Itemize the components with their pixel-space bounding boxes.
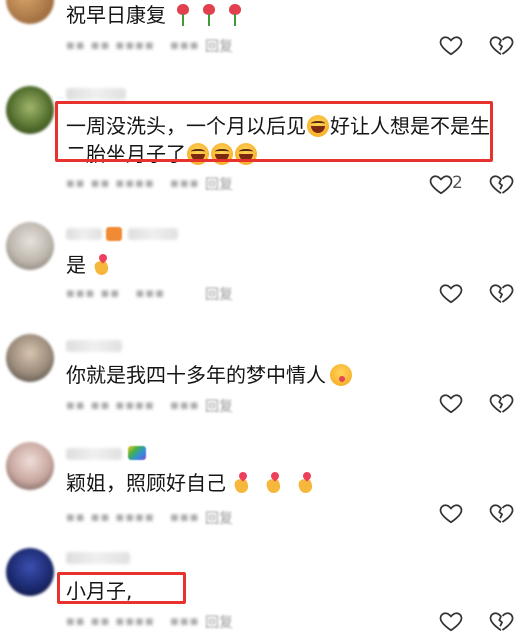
dislike-button[interactable]	[488, 171, 514, 197]
comment-meta: ▪▪▪ ▪▪ ▪▪▪	[66, 286, 166, 301]
heart-outline-icon	[439, 284, 463, 304]
heart-outline-icon	[439, 394, 463, 414]
like-button[interactable]	[427, 171, 455, 197]
reply-button[interactable]: 回复	[205, 508, 233, 528]
username[interactable]	[66, 88, 126, 100]
dislike-button[interactable]	[488, 280, 514, 306]
finger-heart-emoji-icon	[296, 472, 316, 494]
reply-button[interactable]: 回复	[205, 284, 233, 304]
broken-heart-outline-icon	[489, 175, 514, 194]
like-button[interactable]	[437, 32, 465, 58]
avatar[interactable]	[6, 548, 54, 596]
heart-outline-icon	[439, 612, 463, 632]
heart-outline-icon	[439, 504, 463, 524]
rose-emoji-icon	[226, 3, 244, 27]
heart-outline-icon	[429, 175, 453, 195]
like-button[interactable]	[437, 390, 465, 416]
broken-heart-outline-icon	[489, 284, 514, 303]
heart-outline-icon	[439, 36, 463, 56]
like-button[interactable]	[437, 500, 465, 526]
finger-heart-emoji-icon	[232, 472, 252, 494]
wink-kiss-emoji-icon	[330, 364, 352, 386]
comment-meta: ▪▪ ▪▪ ▪▪▪▪ ▪▪▪	[66, 38, 200, 53]
comment-item: 祝早日康复 ▪▪ ▪▪ ▪▪▪▪ ▪▪▪ 回复	[0, 0, 519, 70]
like-count: 2	[452, 173, 463, 193]
username[interactable]	[66, 228, 102, 240]
highlight-box	[55, 101, 493, 162]
rose-emoji-icon	[200, 3, 218, 27]
username[interactable]	[66, 552, 130, 564]
avatar[interactable]	[6, 86, 54, 134]
username-suffix	[128, 228, 178, 240]
broken-heart-outline-icon	[489, 36, 514, 55]
avatar[interactable]	[6, 442, 54, 490]
avatar[interactable]	[6, 0, 54, 24]
rainbow-badge-icon	[128, 446, 146, 460]
comment-text: 是	[66, 252, 118, 278]
username[interactable]	[66, 448, 122, 460]
comment-meta: ▪▪ ▪▪ ▪▪▪▪ ▪▪▪	[66, 614, 200, 629]
like-button[interactable]	[437, 608, 465, 634]
comment-meta: ▪▪ ▪▪ ▪▪▪▪ ▪▪▪	[66, 510, 200, 525]
avatar[interactable]	[6, 222, 54, 270]
reply-button[interactable]: 回复	[205, 36, 233, 56]
dislike-button[interactable]	[488, 390, 514, 416]
comment-meta: ▪▪ ▪▪ ▪▪▪▪ ▪▪▪	[66, 398, 200, 413]
username[interactable]	[66, 340, 122, 352]
rose-emoji-icon	[174, 3, 192, 27]
dislike-button[interactable]	[488, 32, 514, 58]
comment-text: 祝早日康复	[66, 2, 244, 28]
broken-heart-outline-icon	[489, 504, 514, 523]
reply-button[interactable]: 回复	[205, 396, 233, 416]
comment-text: 颖姐，照顾好自己	[66, 470, 322, 496]
highlight-box	[57, 572, 186, 604]
dislike-button[interactable]	[488, 608, 514, 634]
comment-text: 你就是我四十多年的梦中情人	[66, 362, 352, 388]
broken-heart-outline-icon	[489, 394, 514, 413]
finger-heart-emoji-icon	[264, 472, 284, 494]
like-button[interactable]	[437, 280, 465, 306]
reply-button[interactable]: 回复	[205, 174, 233, 194]
reply-button[interactable]: 回复	[205, 612, 233, 632]
dislike-button[interactable]	[488, 500, 514, 526]
broken-heart-outline-icon	[489, 612, 514, 631]
finger-heart-emoji-icon	[92, 254, 112, 276]
comment-meta: ▪▪ ▪▪ ▪▪▪▪ ▪▪▪	[66, 176, 200, 191]
avatar[interactable]	[6, 334, 54, 382]
badge-icon	[106, 227, 122, 241]
